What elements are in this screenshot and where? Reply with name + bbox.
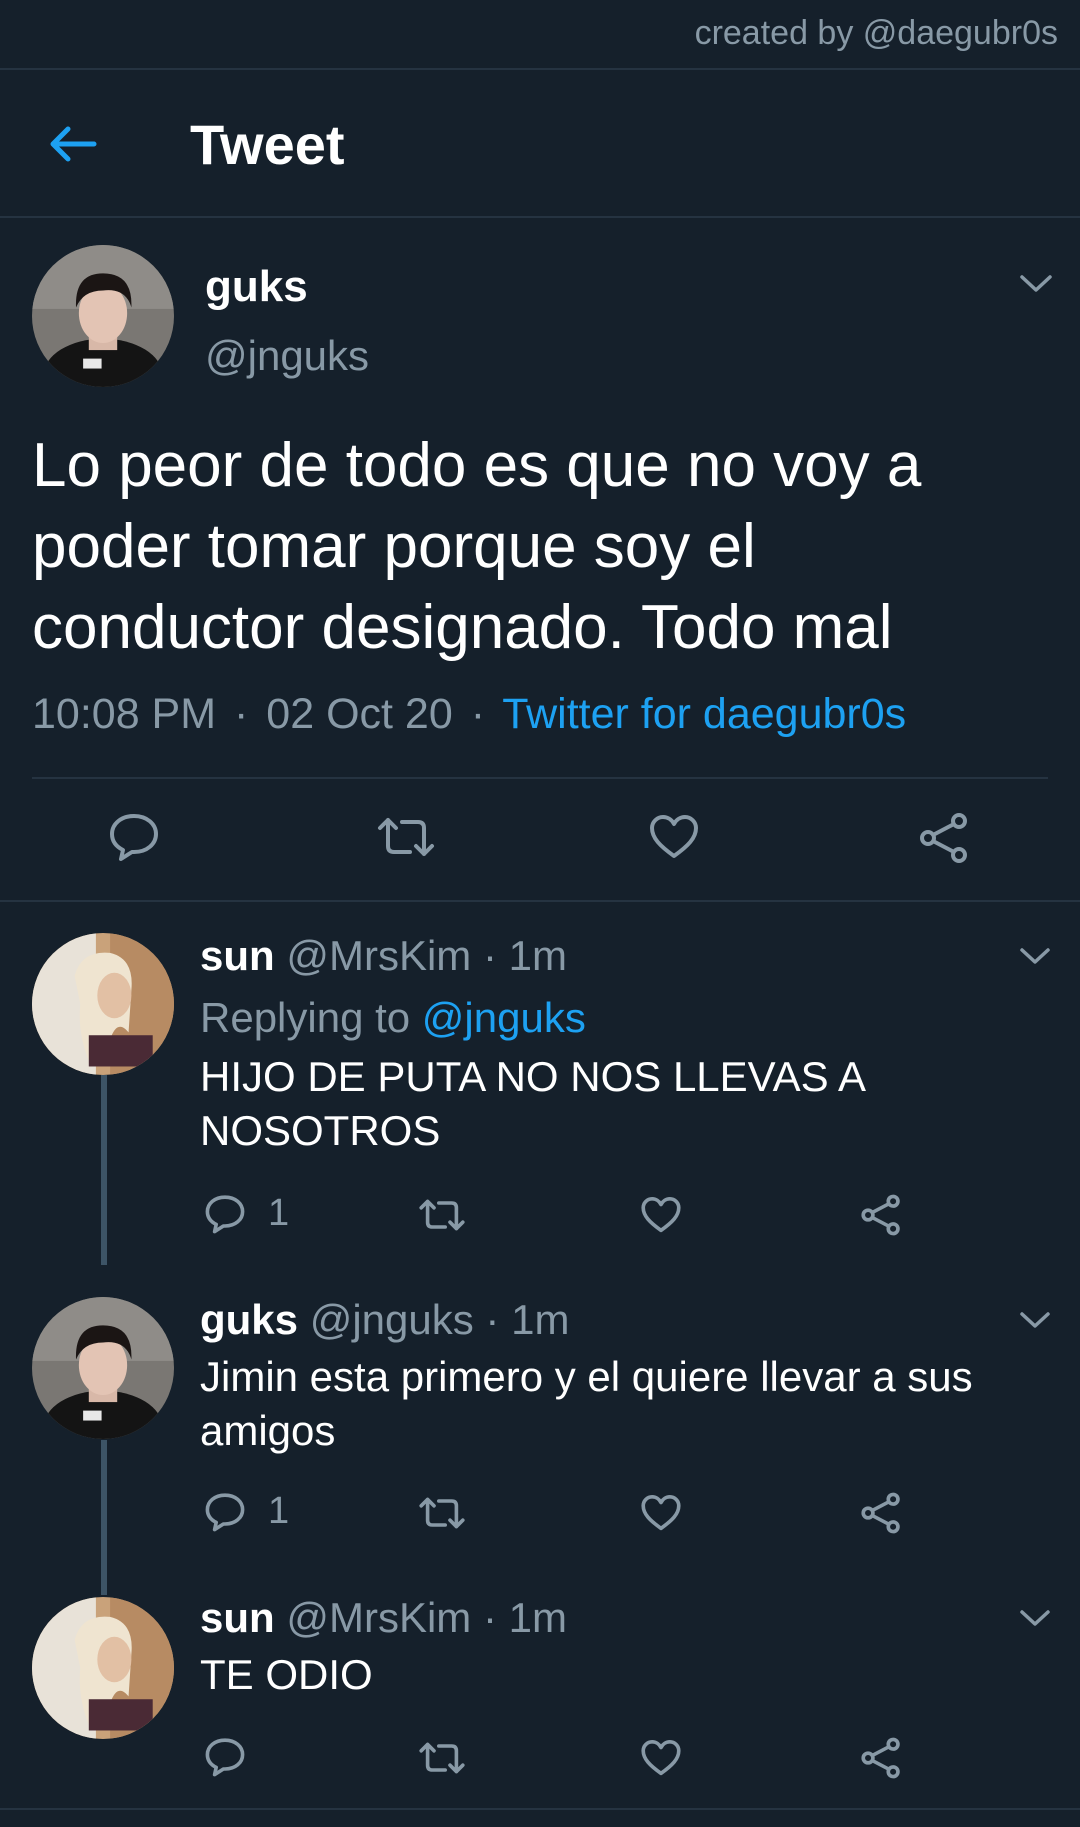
share-icon[interactable] xyxy=(860,1492,902,1534)
reply-header: sun @MrsKim · 1m xyxy=(200,1594,567,1642)
thread-connector xyxy=(101,1075,107,1265)
chevron-down-icon[interactable] xyxy=(1018,945,1052,967)
meta-separator: · xyxy=(482,932,497,979)
reply-time: 1m xyxy=(508,1594,567,1641)
meta-separator: · xyxy=(234,690,249,738)
tweet-actions xyxy=(0,808,1080,868)
author-name[interactable]: guks xyxy=(200,1296,298,1343)
tweet-time: 10:08 PM xyxy=(32,690,217,738)
meta-separator: · xyxy=(482,1594,497,1641)
author-name[interactable]: sun xyxy=(200,932,275,979)
share-icon[interactable] xyxy=(860,1194,902,1236)
like-icon[interactable] xyxy=(640,1196,682,1234)
share-icon[interactable] xyxy=(918,812,970,864)
reply-icon[interactable] xyxy=(204,1194,246,1234)
reply-icon[interactable] xyxy=(108,812,160,862)
reply-header: guks @jnguks · 1m xyxy=(200,1296,569,1344)
reply-time: 1m xyxy=(511,1296,570,1343)
watermark: created by @daegubr0s xyxy=(694,14,1058,52)
retweet-icon[interactable] xyxy=(418,1741,466,1775)
reply-text: TE ODIO xyxy=(200,1651,373,1698)
reply-text: Jimin esta primero y el quiere llevar a … xyxy=(200,1353,973,1454)
author-handle[interactable]: @MrsKim xyxy=(286,932,471,979)
share-icon[interactable] xyxy=(860,1737,902,1779)
reply-icon[interactable] xyxy=(204,1492,246,1532)
divider xyxy=(0,216,1080,218)
chevron-down-icon[interactable] xyxy=(1018,1309,1052,1331)
reply-count: 1 xyxy=(268,1490,290,1532)
like-icon[interactable] xyxy=(648,814,700,860)
thread-connector xyxy=(101,1440,107,1595)
retweet-icon[interactable] xyxy=(418,1496,466,1530)
avatar[interactable] xyxy=(32,933,174,1075)
avatar-image xyxy=(32,933,174,1075)
back-arrow-icon[interactable] xyxy=(48,124,98,164)
reply-count: 1 xyxy=(268,1192,290,1234)
tweet-source-link[interactable]: Twitter for daegubr0s xyxy=(502,690,906,738)
reply-actions xyxy=(200,1733,960,1781)
author-name[interactable]: sun xyxy=(200,1594,275,1641)
divider xyxy=(0,1808,1080,1810)
avatar[interactable] xyxy=(32,245,174,387)
avatar-image xyxy=(32,245,174,387)
chevron-down-icon[interactable] xyxy=(1018,1607,1052,1629)
meta-separator: · xyxy=(485,1296,500,1343)
replying-to: Replying to @jnguks xyxy=(200,994,586,1042)
chevron-down-icon[interactable] xyxy=(1018,272,1054,296)
avatar-image xyxy=(32,1297,174,1439)
reply-icon[interactable] xyxy=(204,1737,246,1777)
reply-actions: 1 xyxy=(200,1190,960,1238)
page-title: Tweet xyxy=(190,113,345,176)
like-icon[interactable] xyxy=(640,1739,682,1777)
avatar-image xyxy=(32,1597,174,1739)
reply-text: HIJO DE PUTA NO NOS LLEVAS A NOSOTROS xyxy=(200,1053,864,1154)
retweet-icon[interactable] xyxy=(376,816,436,858)
reply-actions: 1 xyxy=(200,1488,960,1536)
tweet-meta: 10:08 PM · 02 Oct 20 · Twitter for daegu… xyxy=(32,690,906,739)
avatar[interactable] xyxy=(32,1297,174,1439)
reply-time: 1m xyxy=(508,932,567,979)
author-handle[interactable]: @jnguks xyxy=(205,332,369,380)
author-name[interactable]: guks xyxy=(205,262,308,312)
avatar[interactable] xyxy=(32,1597,174,1739)
replying-label: Replying to xyxy=(200,994,411,1041)
like-icon[interactable] xyxy=(640,1494,682,1532)
reply-header: sun @MrsKim · 1m xyxy=(200,932,567,980)
meta-separator: · xyxy=(470,690,486,738)
author-handle[interactable]: @jnguks xyxy=(310,1296,474,1343)
replying-to-link[interactable]: @jnguks xyxy=(422,994,586,1041)
tweet-date: 02 Oct 20 xyxy=(266,690,453,738)
retweet-icon[interactable] xyxy=(418,1198,466,1232)
divider xyxy=(0,68,1080,70)
header-bar: Tweet xyxy=(0,72,1080,216)
divider xyxy=(0,900,1080,902)
tweet-text: Lo peor de todo es que no voy a poder to… xyxy=(32,431,922,662)
author-handle[interactable]: @MrsKim xyxy=(286,1594,471,1641)
divider xyxy=(32,777,1048,779)
